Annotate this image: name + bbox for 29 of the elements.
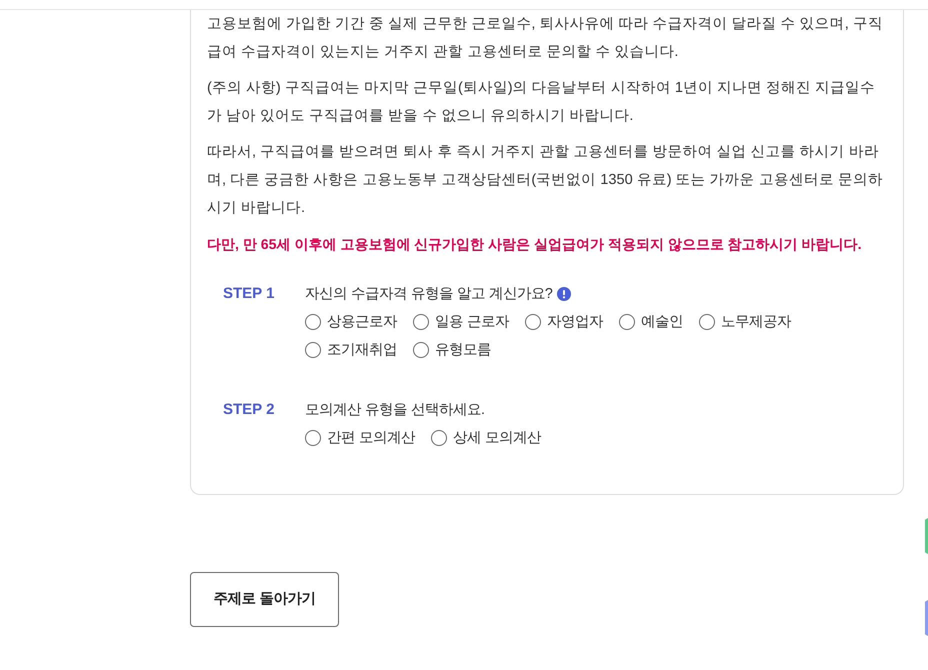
- info-icon[interactable]: [556, 287, 571, 301]
- radio-label[interactable]: 자영업자: [546, 308, 603, 336]
- step-question: 자신의 수급자격 유형을 알고 계신가요?: [305, 285, 553, 304]
- radio-label[interactable]: 유형모름: [435, 336, 491, 364]
- notice-paragraph: 고용보험에 가입한 기간 중 실제 근무한 근로일수, 퇴사사유에 따라 수급자격이 달라질 수 있으며, 구직급여 수급자격이 있는지는 거주지 관할 고용센터로 문의할 수 있습니다.: [207, 15, 884, 62]
- radio-button[interactable]: [430, 430, 447, 446]
- radio-label[interactable]: 상용근로자: [327, 308, 397, 336]
- step-label: STEP 2: [223, 400, 276, 420]
- radio-button[interactable]: [305, 314, 321, 330]
- radio-label[interactable]: 조기재취업: [327, 336, 397, 364]
- radio-label[interactable]: 예술인: [640, 308, 683, 336]
- notice-paragraph: (주의 사항) 구직급여는 마지막 근무일(퇴사일)의 다음날부터 시작하여 1년이 지나면 정해진 지급일수가 남아 있어도 구직급여를 받을 수 없으니 유의하시기 바랍니다.: [207, 79, 876, 126]
- step-label: STEP 1: [223, 284, 276, 304]
- radio-button[interactable]: [413, 314, 429, 330]
- notice-paragraph: 따라서, 구직급여를 받으려면 퇴사 후 즉시 거주지 관할 고용센터를 방문하여 실업 신고를 하시기 바라며, 다른 궁금한 사항은 고용노동부 고객상담센터(국번없이 1350 유료) 또는 가까운 고용센터로 문의하시기 바랍니다.: [207, 143, 884, 218]
- radio-button[interactable]: [618, 314, 635, 330]
- radio-button[interactable]: [524, 314, 541, 330]
- radio-button[interactable]: [698, 314, 715, 330]
- back-button[interactable]: 주제로 돌아가기: [190, 572, 339, 627]
- warning-text: 다만, 만 65세 이후에 고용보험에 신규가입한 사람은 실업급여가 적용되지 않으므로 참고하시기 바랍니다.: [207, 235, 863, 254]
- radio-label[interactable]: 상세 모의계산: [452, 424, 541, 452]
- step-question: 모의계산 유형을 선택하세요.: [305, 401, 485, 420]
- radio-label[interactable]: 일용 근로자: [435, 308, 509, 336]
- radio-button[interactable]: [413, 342, 429, 358]
- radio-button[interactable]: [305, 342, 321, 358]
- radio-label[interactable]: 간편 모의계산: [327, 424, 415, 452]
- radio-button[interactable]: [305, 430, 321, 446]
- floating-button[interactable]: [925, 600, 928, 636]
- radio-label[interactable]: 노무제공자: [720, 308, 791, 336]
